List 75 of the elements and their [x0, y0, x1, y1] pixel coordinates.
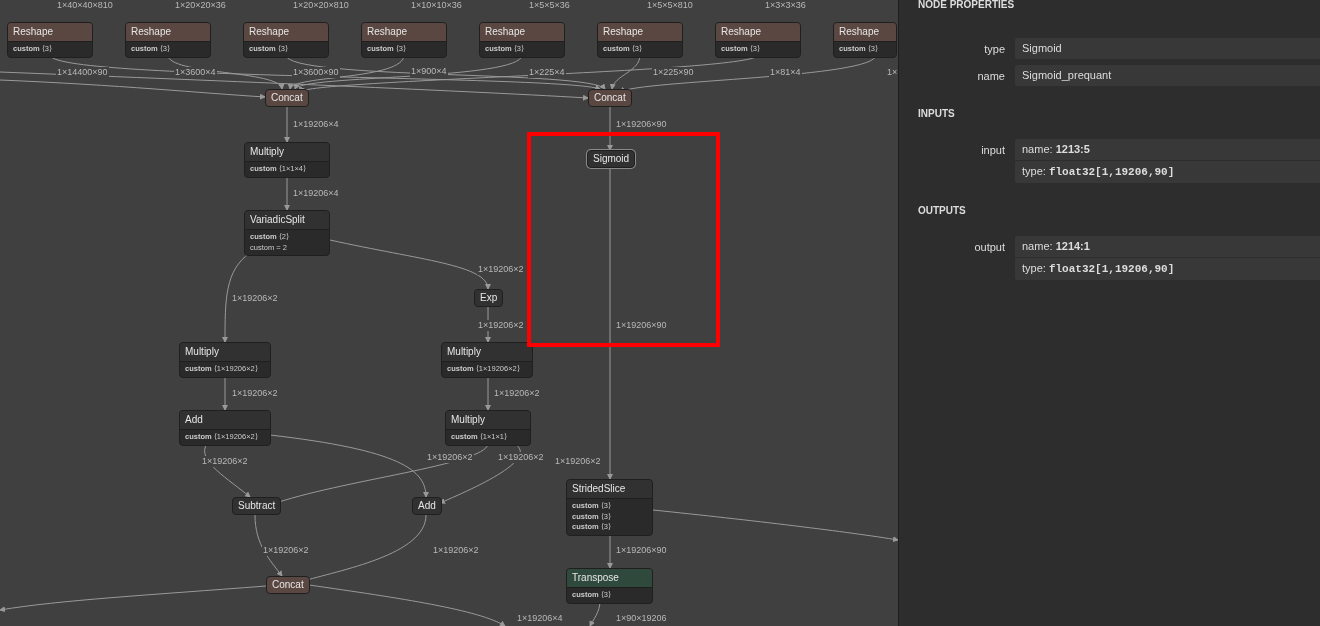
edge-label: 1×: [886, 67, 898, 78]
node-title: Reshape: [598, 23, 682, 41]
edge-label: 1×3600×4: [174, 67, 217, 78]
section-title: OUTPUTS: [917, 204, 967, 218]
graph-node[interactable]: Concat: [266, 576, 310, 594]
edge-label: 1×20×20×810: [292, 0, 350, 11]
edge-label: 1×5×5×36: [528, 0, 571, 11]
edge-arrow: [485, 375, 491, 411]
edge-arrow: [284, 175, 290, 211]
edge-label: 1×3600×90: [292, 67, 340, 78]
property-label: output: [973, 240, 1005, 255]
node-title: Add: [180, 411, 270, 429]
edge-label: 1×19206×4: [516, 613, 564, 624]
graph-node[interactable]: Add: [412, 497, 442, 515]
property-label: name: [976, 69, 1005, 84]
edge-label: 1×225×90: [652, 67, 695, 78]
edge-label: 1×40×40×810: [56, 0, 114, 11]
node-title: Multiply: [245, 143, 329, 161]
node-title: Reshape: [716, 23, 800, 41]
panel-title: NODE PROPERTIES: [917, 0, 1016, 10]
edge-label: 1×20×20×36: [174, 0, 227, 11]
edge-label: 1×19206×4: [292, 119, 340, 130]
edge-label: 1×10×10×36: [410, 0, 463, 11]
edge-label: 1×3×3×36: [764, 0, 807, 11]
node-title: Transpose: [567, 569, 652, 587]
edge-label: 1×19206×2: [201, 456, 249, 467]
edge-label: 1×19206×2: [477, 320, 525, 331]
edge-label: 1×19206×2: [493, 388, 541, 399]
edge-label: 1×14400×90: [56, 67, 109, 78]
edge-label: 1×19206×2: [231, 388, 279, 399]
node-title: Reshape: [362, 23, 446, 41]
property-value: type: float32[1,19206,90]: [1021, 261, 1176, 277]
node-title: Reshape: [834, 23, 896, 41]
edge-label: 1×19206×2: [497, 452, 545, 463]
edge-label: 1×81×4: [769, 67, 802, 78]
edge-label: 1×19206×2: [432, 545, 480, 556]
edge-label: 1×19206×2: [231, 293, 279, 304]
property-label: input: [980, 143, 1005, 158]
node-title: VariadicSplit: [245, 211, 329, 229]
graph-node[interactable]: Concat: [265, 89, 309, 107]
graph-node[interactable]: Concat: [588, 89, 632, 107]
node-title: Multiply: [442, 343, 532, 361]
graph-node[interactable]: Exp: [474, 289, 504, 307]
property-value: name: 1213:5: [1015, 139, 1320, 161]
node-title: Reshape: [126, 23, 210, 41]
edge-label: 1×5×5×810: [646, 0, 694, 11]
edge-label: 1×19206×2: [426, 452, 474, 463]
edge-label: 1×225×4: [528, 67, 566, 78]
edge-arrow: [222, 375, 228, 411]
edge-label: 1×19206×90: [615, 545, 668, 556]
property-value: type: float32[1,19206,90]: [1021, 164, 1176, 180]
edge-arrow: [204, 443, 251, 498]
edge-label: 1×90×19206: [615, 613, 668, 624]
node-title: Multiply: [180, 343, 270, 361]
edge-label: 1×19206×2: [262, 545, 310, 556]
edge-label: 1×19206×2: [554, 456, 602, 467]
edge-label: 1×19206×4: [292, 188, 340, 199]
node-title: StridedSlice: [567, 480, 652, 498]
node-title: Multiply: [446, 411, 530, 429]
graph-node[interactable]: Subtract: [232, 497, 282, 515]
edge-label: 1×900×4: [410, 66, 448, 77]
node-title: Reshape: [8, 23, 92, 41]
property-value: name: 1214:1: [1015, 236, 1320, 258]
edge-label: 1×19206×90: [615, 119, 668, 130]
property-value: Sigmoid: [1015, 38, 1320, 59]
section-title: INPUTS: [917, 107, 956, 121]
edge-label: 1×19206×90: [615, 320, 668, 331]
edge-label: 1×19206×2: [477, 264, 525, 275]
property-value: Sigmoid_prequant: [1015, 65, 1320, 86]
node-title: Reshape: [480, 23, 564, 41]
edge-arrow: [284, 106, 290, 143]
node-title: Reshape: [244, 23, 328, 41]
property-label: type: [983, 42, 1005, 57]
graph-node[interactable]: Sigmoid: [587, 150, 636, 168]
edge-arrow: [607, 106, 613, 151]
